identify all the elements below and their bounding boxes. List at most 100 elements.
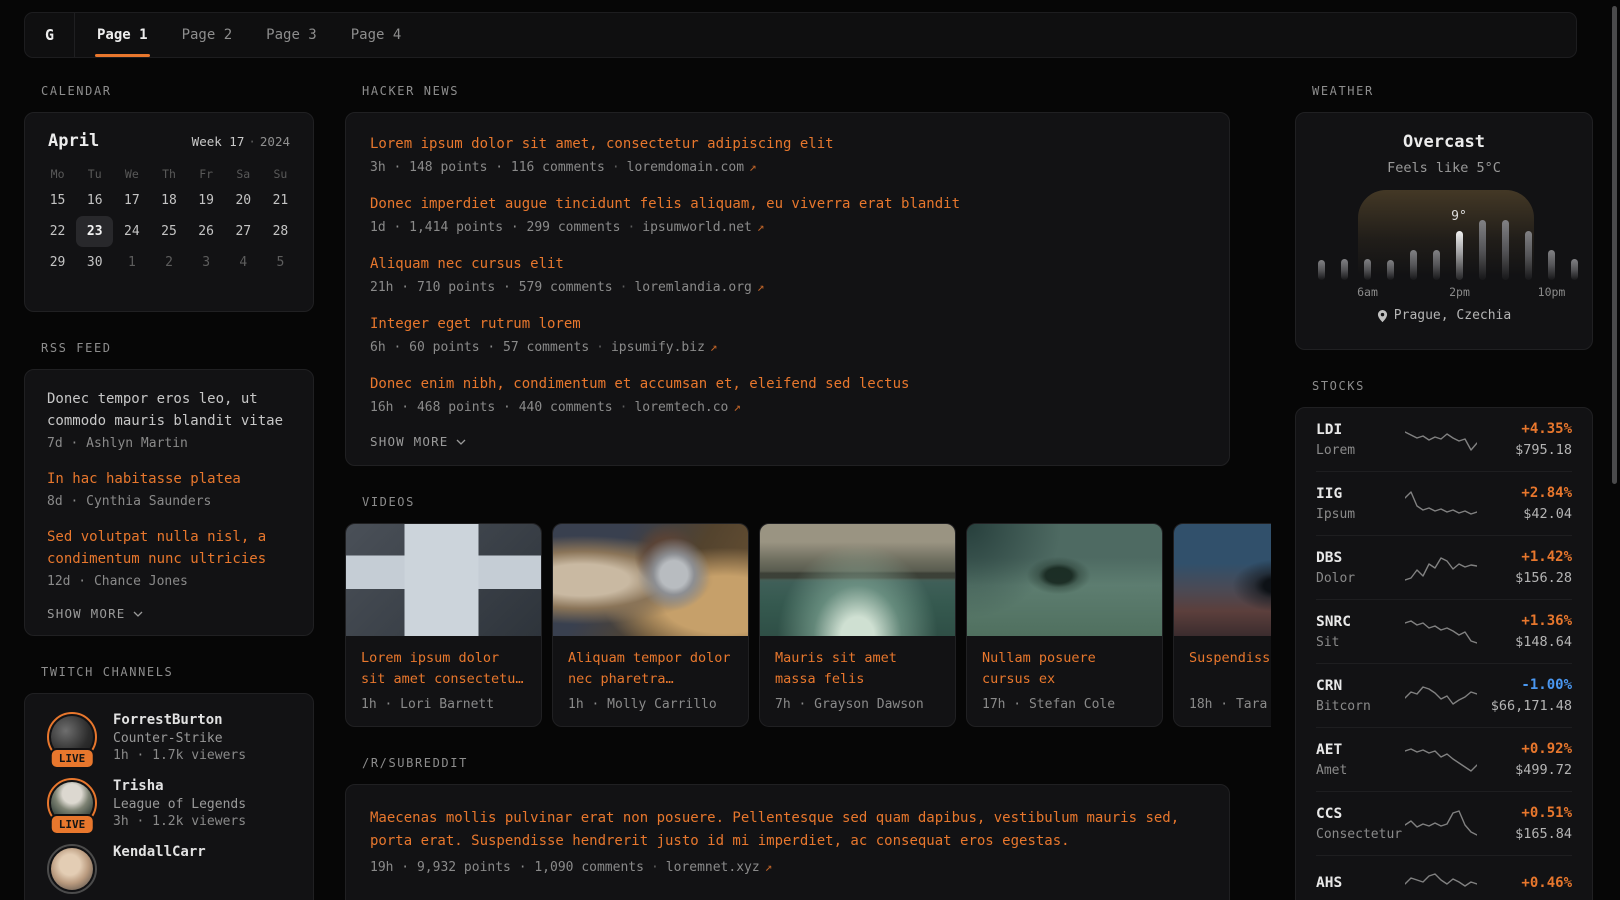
weather-bar bbox=[1433, 184, 1440, 280]
left-column: CALENDAR April Week 17·2024 Mo Tu We Th … bbox=[24, 72, 314, 900]
video-title[interactable]: Suspendisse diam bbox=[1174, 636, 1271, 690]
twitch-channel-row[interactable]: LIVE KendallCarr bbox=[47, 844, 291, 894]
page-scrollbar[interactable] bbox=[1612, 6, 1617, 484]
tab-page-3[interactable]: Page 3 bbox=[266, 13, 317, 57]
stock-row[interactable]: CRNBitcorn -1.00%$66,171.48 bbox=[1316, 663, 1572, 727]
calendar-day: 3 bbox=[188, 247, 225, 278]
video-title[interactable]: Aliquam tempor dolor nec pharetra… bbox=[553, 636, 748, 690]
stock-price: $795.18 bbox=[1478, 442, 1572, 458]
stock-sparkline bbox=[1404, 744, 1478, 776]
weekday-label: Fr bbox=[188, 167, 225, 181]
location-text: Prague, Czechia bbox=[1394, 308, 1511, 323]
show-more-label: SHOW MORE bbox=[47, 606, 126, 621]
weather-bar bbox=[1479, 184, 1486, 280]
avatar: LIVE bbox=[47, 844, 97, 894]
subreddit-item-title[interactable]: Maecenas mollis pulvinar erat non posuer… bbox=[370, 807, 1205, 853]
separator-dot: · bbox=[627, 220, 635, 235]
stock-row[interactable]: AETAmet +0.92%$499.72 bbox=[1316, 727, 1572, 791]
separator-dot: · bbox=[248, 134, 256, 149]
stock-symbol: SNRC bbox=[1316, 614, 1404, 630]
rss-item-title[interactable]: Donec tempor eros leo, ut commodo mauris… bbox=[47, 388, 291, 432]
stock-change: +1.42% bbox=[1478, 549, 1572, 565]
stock-row[interactable]: AHS +0.46% bbox=[1316, 855, 1572, 900]
video-thumbnail[interactable] bbox=[346, 524, 541, 636]
calendar-day: 27 bbox=[225, 216, 262, 247]
stock-name: Sit bbox=[1316, 635, 1404, 650]
show-more-label: SHOW MORE bbox=[370, 434, 449, 449]
weather-bar bbox=[1410, 184, 1417, 280]
calendar-day: 19 bbox=[188, 185, 225, 216]
hn-item-domain[interactable]: loremdomain.com bbox=[627, 160, 744, 175]
hn-item: Lorem ipsum dolor sit amet, consectetur … bbox=[370, 133, 1205, 178]
stock-name: Amet bbox=[1316, 763, 1404, 778]
channel-game: League of Legends bbox=[113, 797, 246, 812]
calendar-widget: April Week 17·2024 Mo Tu We Th Fr Sa Su … bbox=[24, 112, 314, 312]
tab-page-4[interactable]: Page 4 bbox=[351, 13, 402, 57]
external-link-icon: ↗ bbox=[749, 159, 757, 174]
weather-bars: 6am2pm10pm bbox=[1318, 184, 1578, 280]
channel-meta: 3h · 1.2k viewers bbox=[113, 814, 246, 829]
tab-page-1[interactable]: Page 1 bbox=[97, 13, 148, 57]
stock-row[interactable]: LDILorem +4.35%$795.18 bbox=[1316, 408, 1572, 471]
separator-dot: · bbox=[612, 160, 620, 175]
subreddit-item: Maecenas mollis pulvinar erat non posuer… bbox=[370, 807, 1205, 878]
stock-change: +0.51% bbox=[1478, 805, 1572, 821]
weather-location: Prague, Czechia bbox=[1296, 308, 1592, 323]
twitch-channel-row[interactable]: LIVE Trisha League of Legends 3h · 1.2k … bbox=[47, 778, 291, 829]
section-title-subreddit: /R/SUBREDDIT bbox=[362, 756, 1271, 770]
section-title-stocks: STOCKS bbox=[1312, 379, 1593, 393]
stock-row[interactable]: IIGIpsum +2.84%$42.04 bbox=[1316, 471, 1572, 535]
twitch-channel-row[interactable]: LIVE ForrestBurton Counter-Strike 1h · 1… bbox=[47, 712, 291, 763]
separator-dot: · bbox=[596, 340, 604, 355]
rss-show-more-button[interactable]: SHOW MORE bbox=[47, 606, 143, 621]
hn-item-domain[interactable]: loremtech.co bbox=[634, 400, 728, 415]
video-thumbnail[interactable] bbox=[760, 524, 955, 636]
hn-item-domain[interactable]: ipsumify.biz bbox=[611, 340, 705, 355]
stock-name: Consectetur bbox=[1316, 827, 1404, 842]
stock-change: -1.00% bbox=[1478, 677, 1572, 693]
hn-item-title[interactable]: Donec enim nibh, condimentum et accumsan… bbox=[370, 373, 1205, 395]
stock-price: $66,171.48 bbox=[1478, 698, 1572, 714]
calendar-weekday-row: Mo Tu We Th Fr Sa Su bbox=[39, 167, 299, 181]
weather-time-label: 10pm bbox=[1538, 285, 1566, 299]
chevron-down-icon bbox=[456, 439, 466, 445]
video-title[interactable]: Lorem ipsum dolor sit amet consectetu… bbox=[346, 636, 541, 690]
calendar-day-selected: 23 bbox=[76, 216, 113, 247]
stock-price: $165.84 bbox=[1478, 826, 1572, 842]
separator-dot: · bbox=[651, 860, 659, 875]
section-title-calendar: CALENDAR bbox=[41, 84, 314, 98]
video-meta: 1h · Lori Barnett bbox=[346, 690, 541, 726]
app-logo[interactable]: G bbox=[25, 13, 74, 57]
rss-item: In hac habitasse platea 8d · Cynthia Sau… bbox=[47, 468, 291, 512]
video-title[interactable]: Nullam posuere cursus ex bbox=[967, 636, 1162, 690]
hn-item-meta: 6h · 60 points · 57 comments·ipsumify.bi… bbox=[370, 336, 1205, 358]
top-nav: G Page 1 Page 2 Page 3 Page 4 bbox=[24, 12, 1577, 58]
video-thumbnail[interactable] bbox=[967, 524, 1162, 636]
hn-show-more-button[interactable]: SHOW MORE bbox=[370, 434, 466, 449]
subreddit-item-domain[interactable]: loremnet.xyz bbox=[666, 860, 760, 875]
rss-item-title[interactable]: In hac habitasse platea bbox=[47, 468, 291, 490]
section-title-twitch: TWITCH CHANNELS bbox=[41, 665, 314, 679]
video-thumbnail[interactable] bbox=[1174, 524, 1271, 636]
video-thumbnail[interactable] bbox=[553, 524, 748, 636]
hn-item-title[interactable]: Lorem ipsum dolor sit amet, consectetur … bbox=[370, 133, 1205, 155]
stock-symbol: AET bbox=[1316, 742, 1404, 758]
hn-item-title[interactable]: Aliquam nec cursus elit bbox=[370, 253, 1205, 275]
hn-item-domain[interactable]: loremlandia.org bbox=[634, 280, 751, 295]
video-card: Suspendisse diam 18h · Tara bbox=[1173, 523, 1271, 727]
stock-row[interactable]: SNRCSit +1.36%$148.64 bbox=[1316, 599, 1572, 663]
hn-item-title[interactable]: Donec imperdiet augue tincidunt felis al… bbox=[370, 193, 1205, 215]
video-title[interactable]: Mauris sit amet massa felis bbox=[760, 636, 955, 690]
hn-item-meta: 21h · 710 points · 579 comments·loremlan… bbox=[370, 276, 1205, 298]
hn-item-title[interactable]: Integer eget rutrum lorem bbox=[370, 313, 1205, 335]
rss-item-title[interactable]: Sed volutpat nulla nisl, a condimentum n… bbox=[47, 526, 291, 570]
calendar-day: 1 bbox=[113, 247, 150, 278]
tab-page-2[interactable]: Page 2 bbox=[182, 13, 233, 57]
weather-bar bbox=[1525, 184, 1532, 280]
stock-row[interactable]: CCSConsectetur +0.51%$165.84 bbox=[1316, 791, 1572, 855]
stock-row[interactable]: DBSDolor +1.42%$156.28 bbox=[1316, 535, 1572, 599]
channel-name: KendallCarr bbox=[113, 844, 206, 860]
hn-item-domain[interactable]: ipsumworld.net bbox=[642, 220, 752, 235]
stocks-widget: LDILorem +4.35%$795.18 IIGIpsum +2.84%$4… bbox=[1295, 407, 1593, 900]
stock-price: $42.04 bbox=[1478, 506, 1572, 522]
